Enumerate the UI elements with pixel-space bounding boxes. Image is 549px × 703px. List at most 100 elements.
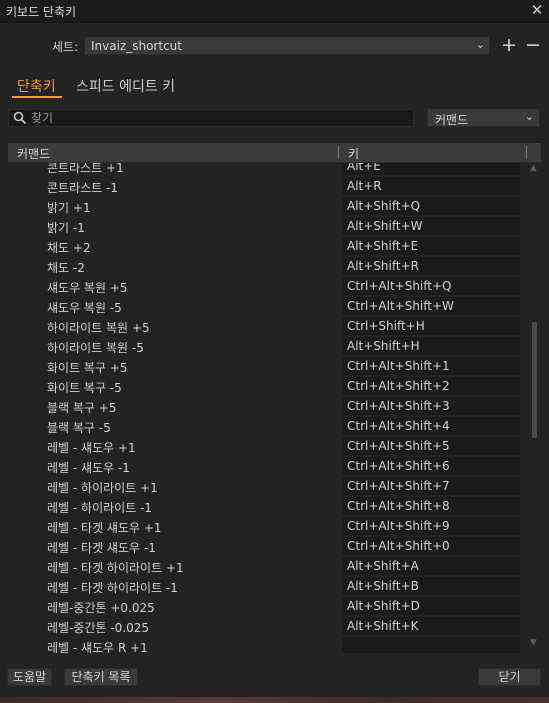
command-label: 레벨 - 하이라이트 +1 bbox=[47, 481, 158, 495]
tab-speed-editor-keys[interactable]: 스피드 에디트 키 bbox=[76, 76, 175, 96]
table-row[interactable]: 레벨-중간톤 -0.025 Alt+Shift+K bbox=[8, 616, 528, 636]
key-field[interactable]: Ctrl+Alt+Shift+6 bbox=[342, 457, 520, 475]
search-input[interactable] bbox=[31, 110, 411, 126]
key-field[interactable]: Alt+Shift+K bbox=[342, 617, 520, 635]
scroll-up-icon[interactable]: ▲ bbox=[530, 163, 537, 173]
key-field[interactable]: Alt+Shift+B bbox=[342, 577, 520, 595]
command-label: 섀도우 복원 -5 bbox=[47, 301, 122, 315]
key-field[interactable]: Alt+E bbox=[342, 163, 520, 175]
command-label: 블랙 복구 -5 bbox=[47, 421, 111, 435]
key-field[interactable]: Ctrl+Alt+Shift+8 bbox=[342, 497, 520, 515]
table-row[interactable]: 레벨 - 섀도우 +1 Ctrl+Alt+Shift+5 bbox=[8, 436, 528, 456]
column-divider[interactable] bbox=[526, 146, 527, 159]
tab-shortcuts[interactable]: 단축키 bbox=[17, 76, 56, 96]
key-field[interactable] bbox=[342, 637, 520, 653]
table-row[interactable]: 섀도우 복원 -5 Ctrl+Alt+Shift+W bbox=[8, 296, 528, 316]
table-header: 커맨드 키 bbox=[8, 143, 541, 163]
scrollbar-thumb[interactable] bbox=[532, 322, 537, 438]
key-field[interactable]: Ctrl+Alt+Shift+7 bbox=[342, 477, 520, 495]
remove-preset-button[interactable]: − bbox=[524, 33, 542, 57]
close-icon[interactable]: ✕ bbox=[529, 1, 545, 19]
command-label: 화이트 복구 -5 bbox=[47, 381, 122, 395]
window-title: 키보드 단축키 bbox=[6, 5, 77, 19]
key-field[interactable]: Alt+Shift+W bbox=[342, 217, 520, 235]
table-row[interactable]: 하이라이트 복원 +5 Ctrl+Shift+H bbox=[8, 316, 528, 336]
command-label: 콘트라스트 -1 bbox=[47, 181, 118, 195]
table-row[interactable]: 레벨-중간톤 +0.025 Alt+Shift+D bbox=[8, 596, 528, 616]
table-row[interactable]: 블랙 복구 +5 Ctrl+Alt+Shift+3 bbox=[8, 396, 528, 416]
table-row[interactable]: 콘트라스트 +1 Alt+E bbox=[8, 163, 528, 176]
key-field[interactable]: Ctrl+Alt+Shift+4 bbox=[342, 417, 520, 435]
key-field[interactable]: Alt+Shift+H bbox=[342, 337, 520, 355]
title-bar: 키보드 단축키 ✕ bbox=[0, 0, 549, 23]
table-row[interactable]: 레벨 - 타겟 하이라이트 -1 Alt+Shift+B bbox=[8, 576, 528, 596]
shortcut-list: 콘트라스트 +1 Alt+E 콘트라스트 -1 Alt+R 밝기 +1 Alt+Shift… bbox=[8, 163, 528, 653]
close-button[interactable]: 닫기 bbox=[478, 668, 541, 686]
shortcut-list-button[interactable]: 단축키 목록 bbox=[64, 668, 138, 686]
search-field[interactable] bbox=[8, 109, 414, 127]
command-label: 블랙 복구 +5 bbox=[47, 401, 117, 415]
table-row[interactable]: 화이트 복구 -5 Ctrl+Alt+Shift+2 bbox=[8, 376, 528, 396]
preset-label: 세트: bbox=[52, 40, 79, 54]
key-field[interactable]: Ctrl+Shift+H bbox=[342, 317, 520, 335]
table-row[interactable]: 섀도우 복원 +5 Ctrl+Alt+Shift+Q bbox=[8, 276, 528, 296]
key-field[interactable]: Alt+R bbox=[342, 177, 520, 195]
shortcut-rows: 콘트라스트 +1 Alt+E 콘트라스트 -1 Alt+R 밝기 +1 Alt+Shift… bbox=[8, 163, 528, 653]
column-divider[interactable] bbox=[338, 146, 339, 159]
key-value: Ctrl+Alt+Shift+7 bbox=[347, 479, 450, 493]
column-header-command[interactable]: 커맨드 bbox=[17, 145, 50, 162]
key-field[interactable]: Alt+Shift+Q bbox=[342, 197, 520, 215]
key-value: Ctrl+Alt+Shift+2 bbox=[347, 379, 450, 393]
key-field[interactable]: Ctrl+Alt+Shift+9 bbox=[342, 517, 520, 535]
key-value: Ctrl+Alt+Shift+W bbox=[347, 299, 454, 313]
command-label: 하이라이트 복원 +5 bbox=[47, 321, 150, 335]
command-label: 레벨-중간톤 +0.025 bbox=[47, 601, 155, 615]
help-button[interactable]: 도움말 bbox=[7, 668, 52, 686]
key-field[interactable]: Ctrl+Alt+Shift+W bbox=[342, 297, 520, 315]
table-row[interactable]: 레벨 - 하이라이트 +1 Ctrl+Alt+Shift+7 bbox=[8, 476, 528, 496]
key-value: Alt+Shift+D bbox=[347, 599, 420, 613]
command-label: 채도 -2 bbox=[47, 261, 85, 275]
table-row[interactable]: 레벨 - 섀도우 -1 Ctrl+Alt+Shift+6 bbox=[8, 456, 528, 476]
key-field[interactable]: Ctrl+Alt+Shift+2 bbox=[342, 377, 520, 395]
command-label: 레벨 - 하이라이트 -1 bbox=[47, 501, 153, 515]
key-value: Alt+Shift+W bbox=[347, 219, 423, 233]
key-field[interactable]: Alt+Shift+D bbox=[342, 597, 520, 615]
command-label: 레벨 - 타겟 섀도우 +1 bbox=[47, 521, 162, 535]
table-row[interactable]: 화이트 복구 +5 Ctrl+Alt+Shift+1 bbox=[8, 356, 528, 376]
background-strip bbox=[0, 697, 549, 703]
command-label: 콘트라스트 +1 bbox=[47, 163, 124, 175]
key-value: Alt+Shift+R bbox=[347, 259, 419, 273]
table-row[interactable]: 레벨 - 타겟 하이라이트 +1 Alt+Shift+A bbox=[8, 556, 528, 576]
key-value: Alt+Shift+H bbox=[347, 339, 420, 353]
chevron-down-icon: ⌄ bbox=[524, 110, 534, 123]
key-field[interactable]: Ctrl+Alt+Shift+1 bbox=[342, 357, 520, 375]
table-row[interactable]: 레벨 - 섀도우 R +1 bbox=[8, 636, 528, 653]
preset-dropdown[interactable]: Invaiz_shortcut ⌄ bbox=[84, 36, 490, 55]
key-field[interactable]: Alt+Shift+E bbox=[342, 237, 520, 255]
table-row[interactable]: 레벨 - 타겟 섀도우 -1 Ctrl+Alt+Shift+0 bbox=[8, 536, 528, 556]
table-row[interactable]: 콘트라스트 -1 Alt+R bbox=[8, 176, 528, 196]
key-field[interactable]: Ctrl+Alt+Shift+0 bbox=[342, 537, 520, 555]
table-row[interactable]: 블랙 복구 -5 Ctrl+Alt+Shift+4 bbox=[8, 416, 528, 436]
table-row[interactable]: 레벨 - 타겟 섀도우 +1 Ctrl+Alt+Shift+9 bbox=[8, 516, 528, 536]
key-field[interactable]: Alt+Shift+R bbox=[342, 257, 520, 275]
table-row[interactable]: 채도 +2 Alt+Shift+E bbox=[8, 236, 528, 256]
table-row[interactable]: 밝기 +1 Alt+Shift+Q bbox=[8, 196, 528, 216]
table-row[interactable]: 레벨 - 하이라이트 -1 Ctrl+Alt+Shift+8 bbox=[8, 496, 528, 516]
table-row[interactable]: 하이라이트 복원 -5 Alt+Shift+H bbox=[8, 336, 528, 356]
table-row[interactable]: 채도 -2 Alt+Shift+R bbox=[8, 256, 528, 276]
command-label: 채도 +2 bbox=[47, 241, 91, 255]
key-value: Ctrl+Alt+Shift+4 bbox=[347, 419, 450, 433]
key-field[interactable]: Ctrl+Alt+Shift+Q bbox=[342, 277, 520, 295]
table-row[interactable]: 밝기 -1 Alt+Shift+W bbox=[8, 216, 528, 236]
search-icon bbox=[13, 111, 27, 125]
key-field[interactable]: Ctrl+Alt+Shift+3 bbox=[342, 397, 520, 415]
chevron-down-icon: ⌄ bbox=[475, 38, 485, 51]
filter-dropdown[interactable]: 커맨드 ⌄ bbox=[427, 108, 540, 127]
add-preset-button[interactable]: + bbox=[500, 33, 518, 57]
column-header-key[interactable]: 키 bbox=[348, 145, 359, 162]
key-field[interactable]: Alt+Shift+A bbox=[342, 557, 520, 575]
scroll-down-icon[interactable]: ▼ bbox=[530, 638, 537, 648]
key-field[interactable]: Ctrl+Alt+Shift+5 bbox=[342, 437, 520, 455]
